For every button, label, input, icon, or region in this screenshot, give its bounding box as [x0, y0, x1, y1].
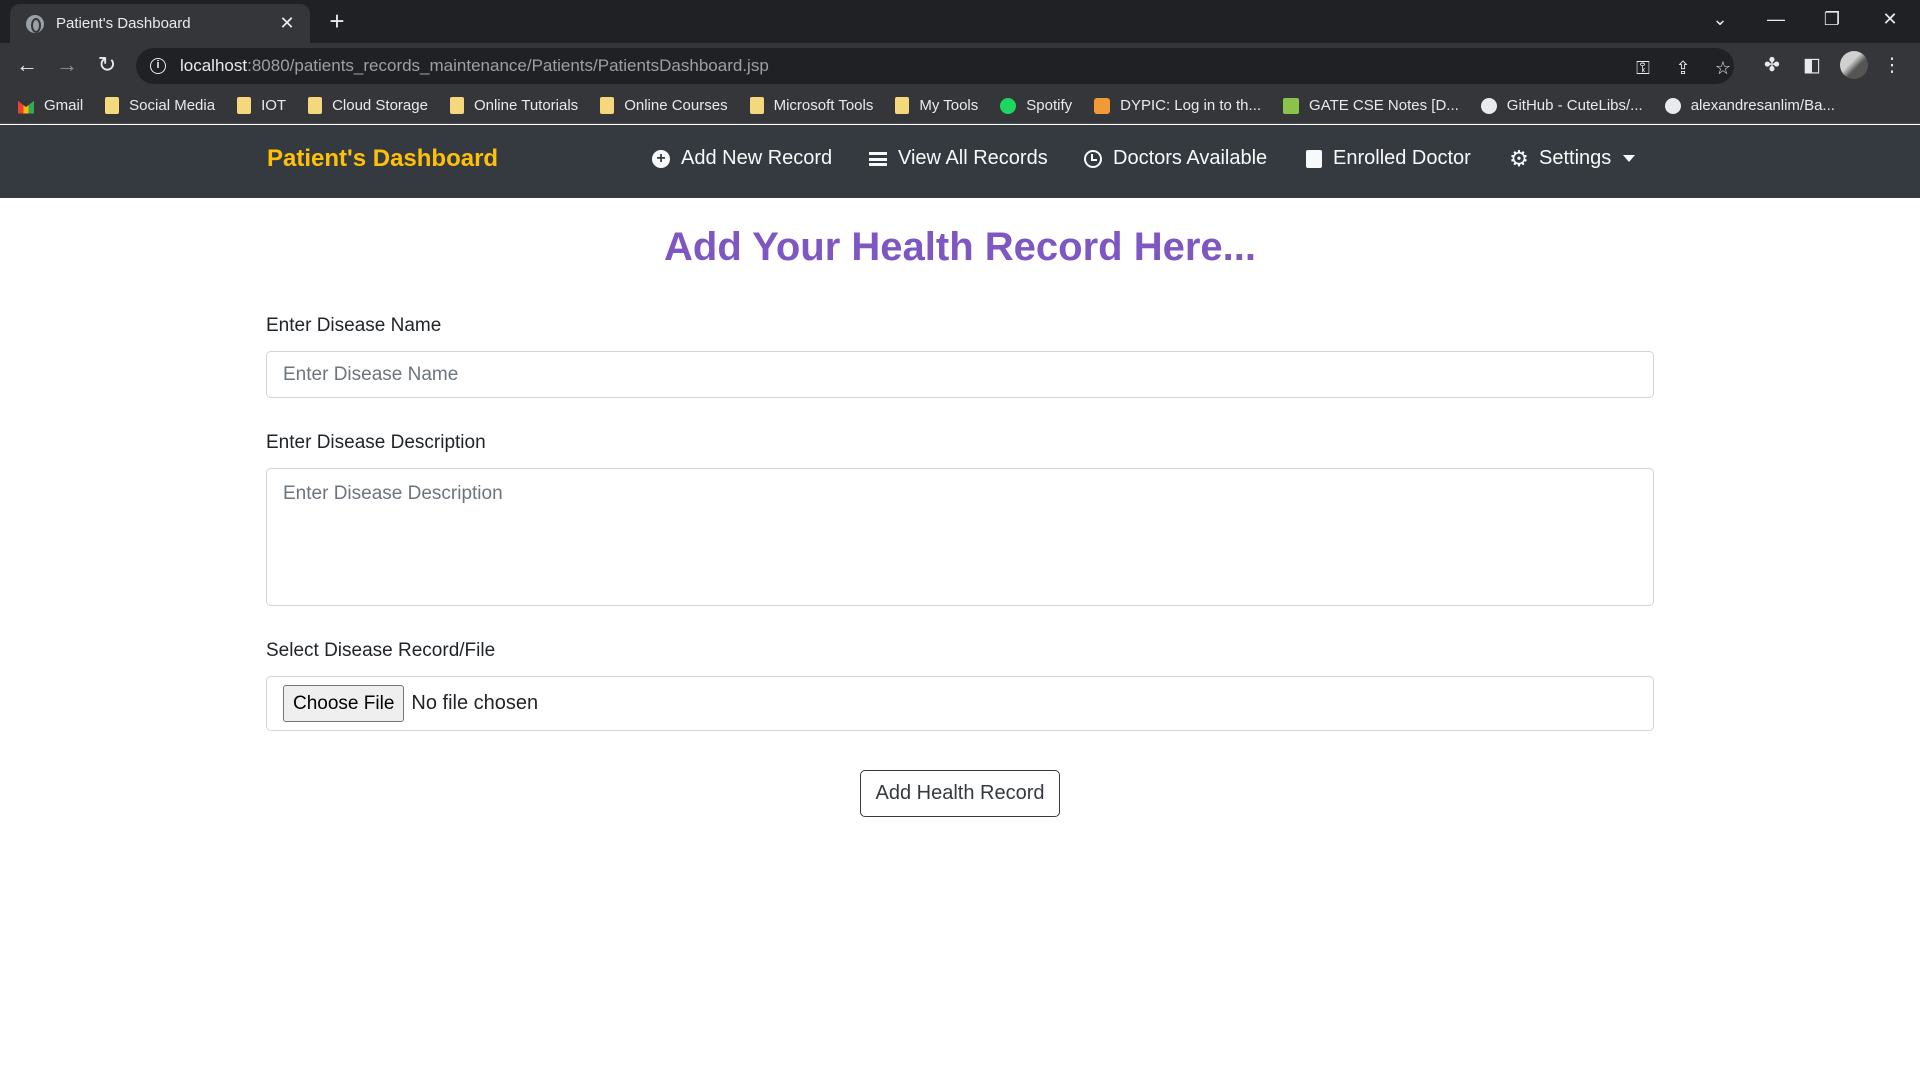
- disease-name-input[interactable]: [266, 351, 1654, 398]
- folder-icon: [237, 97, 252, 114]
- new-tab-button[interactable]: +: [322, 6, 352, 36]
- plus-circle-icon: +: [652, 149, 670, 168]
- nav-label: Doctors Available: [1113, 147, 1268, 169]
- bookmark-label: Microsoft Tools: [773, 97, 874, 114]
- folder-icon: [308, 97, 323, 114]
- folder-icon: [105, 97, 120, 114]
- tab-search-icon[interactable]: ⌄: [1692, 0, 1748, 40]
- bookmark-github-alexandresanlim[interactable]: alexandresanlim/Ba...: [1664, 97, 1835, 114]
- address-bar[interactable]: i localhost:8080/patients_records_mainte…: [136, 48, 1734, 84]
- page-title: Add Your Health Record Here...: [664, 225, 1256, 269]
- bookmark-label: Online Tutorials: [473, 97, 579, 114]
- bookmark-online-tutorials[interactable]: Online Tutorials: [449, 97, 579, 114]
- folder-icon: [749, 97, 764, 114]
- restore-button[interactable]: ❐: [1804, 0, 1860, 40]
- nav-settings-dropdown[interactable]: ⚙ Settings: [1509, 145, 1636, 171]
- bookmark-label: Online Courses: [624, 97, 728, 114]
- bookmark-microsoft-tools[interactable]: Microsoft Tools: [749, 97, 874, 114]
- reload-icon[interactable]: ↻: [92, 50, 122, 80]
- bookmark-label: Cloud Storage: [332, 97, 428, 114]
- browser-tab[interactable]: Patient's Dashboard ✕: [10, 4, 310, 43]
- folder-icon: [449, 97, 464, 114]
- nav-label: Add New Record: [681, 147, 833, 169]
- side-panel-icon[interactable]: ◧: [1800, 54, 1824, 78]
- dypic-icon: [1094, 97, 1111, 114]
- bookmark-social-media[interactable]: Social Media: [105, 97, 215, 114]
- disease-description-input[interactable]: [266, 468, 1654, 606]
- bookmark-label: Gmail: [44, 97, 84, 114]
- bookmark-label: Spotify: [1026, 97, 1073, 114]
- navbar-brand[interactable]: Patient's Dashboard: [267, 145, 498, 173]
- bookmark-star-icon[interactable]: ☆: [1712, 57, 1734, 79]
- file-status-text: No file chosen: [411, 692, 539, 714]
- bookmark-label: Social Media: [129, 97, 216, 114]
- disease-file-input[interactable]: Choose File No file chosen: [266, 676, 1654, 731]
- bookmark-gmail[interactable]: Gmail: [18, 97, 83, 114]
- share-icon[interactable]: ⇪: [1672, 57, 1694, 79]
- bookmark-cloud-storage[interactable]: Cloud Storage: [308, 97, 428, 114]
- github-icon: [1480, 97, 1497, 114]
- bookmark-iot[interactable]: IOT: [237, 97, 286, 114]
- nav-label: Enrolled Doctor: [1333, 147, 1471, 169]
- nav-doctors-available[interactable]: Doctors Available: [1084, 147, 1267, 170]
- add-health-record-button[interactable]: Add Health Record: [860, 770, 1060, 817]
- browser-tab-strip: Patient's Dashboard ✕ + ⌄ — ❐ ✕: [0, 0, 1920, 43]
- disease-file-label: Select Disease Record/File: [266, 640, 496, 661]
- bookmark-gate-cse-notes[interactable]: GATE CSE Notes [D...: [1283, 97, 1459, 114]
- nav-label: Settings: [1539, 147, 1612, 169]
- bookmark-dypic[interactable]: DYPIC: Log in to th...: [1094, 97, 1261, 114]
- page-content: Patient's Dashboard + Add New Record Vie…: [0, 125, 1920, 1080]
- bookmark-github-cutelibs[interactable]: GitHub - CuteLibs/...: [1480, 97, 1643, 114]
- bookmark-label: My Tools: [919, 97, 979, 114]
- minimize-button[interactable]: —: [1748, 0, 1804, 40]
- bookmarks-bar: Gmail Social Media IOT Cloud Storage Onl…: [0, 88, 1920, 124]
- nav-label: View All Records: [898, 147, 1048, 169]
- bookmark-label: GitHub - CuteLibs/...: [1506, 97, 1643, 114]
- back-arrow-icon[interactable]: ←: [12, 50, 42, 80]
- globe-icon: [26, 14, 44, 33]
- site-info-icon[interactable]: i: [150, 58, 166, 74]
- bookmark-my-tools[interactable]: My Tools: [895, 97, 978, 114]
- tab-title: Patient's Dashboard: [56, 15, 191, 32]
- forward-arrow-icon[interactable]: →: [52, 50, 82, 80]
- folder-icon: [895, 97, 910, 114]
- list-icon: [869, 151, 887, 166]
- extensions-puzzle-icon[interactable]: ✤: [1760, 54, 1784, 78]
- close-window-button[interactable]: ✕: [1862, 0, 1918, 40]
- bookmark-spotify[interactable]: Spotify: [1000, 97, 1072, 114]
- caret-down-icon: [1623, 155, 1636, 162]
- bookmark-label: IOT: [261, 97, 287, 114]
- disease-name-label: Enter Disease Name: [266, 315, 442, 336]
- url-path: :8080/patients_records_maintenance/Patie…: [247, 56, 769, 75]
- nav-enrolled-doctor[interactable]: Enrolled Doctor: [1306, 147, 1471, 170]
- key-icon[interactable]: ⚿: [1632, 57, 1654, 79]
- more-menu-icon[interactable]: ⋮: [1880, 54, 1904, 78]
- bookmark-label: GATE CSE Notes [D...: [1309, 97, 1459, 114]
- choose-file-button[interactable]: Choose File: [283, 685, 405, 722]
- nav-view-all-records[interactable]: View All Records: [869, 147, 1048, 170]
- github-icon: [1664, 97, 1681, 114]
- gear-icon: ⚙: [1509, 145, 1529, 171]
- book-icon: [1306, 149, 1322, 168]
- bookmark-online-courses[interactable]: Online Courses: [600, 97, 728, 114]
- tab-close-icon[interactable]: ✕: [276, 13, 298, 34]
- clock-icon: [1084, 149, 1102, 168]
- gate-icon: [1283, 97, 1300, 114]
- bookmark-label: alexandresanlim/Ba...: [1690, 97, 1835, 114]
- url-host: localhost: [180, 56, 248, 75]
- disease-description-label: Enter Disease Description: [266, 432, 486, 453]
- bookmark-label: DYPIC: Log in to th...: [1120, 97, 1262, 114]
- nav-add-new-record[interactable]: + Add New Record: [652, 147, 832, 170]
- gmail-icon: [18, 100, 34, 114]
- app-navbar: Patient's Dashboard + Add New Record Vie…: [0, 125, 1920, 198]
- profile-avatar[interactable]: [1840, 51, 1868, 79]
- browser-toolbar: ← → ↻ i localhost:8080/patients_records_…: [0, 43, 1920, 88]
- spotify-icon: [1000, 97, 1017, 114]
- folder-icon: [600, 97, 615, 114]
